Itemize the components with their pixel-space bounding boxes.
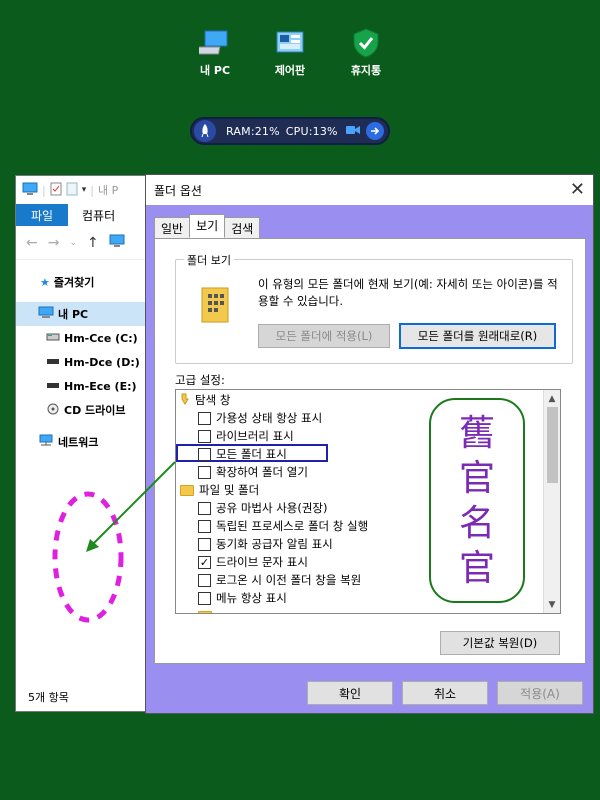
annotation-overlay <box>52 461 176 623</box>
tab-view[interactable]: 보기 <box>189 214 226 238</box>
dashed-ellipse-annotation <box>52 491 124 623</box>
